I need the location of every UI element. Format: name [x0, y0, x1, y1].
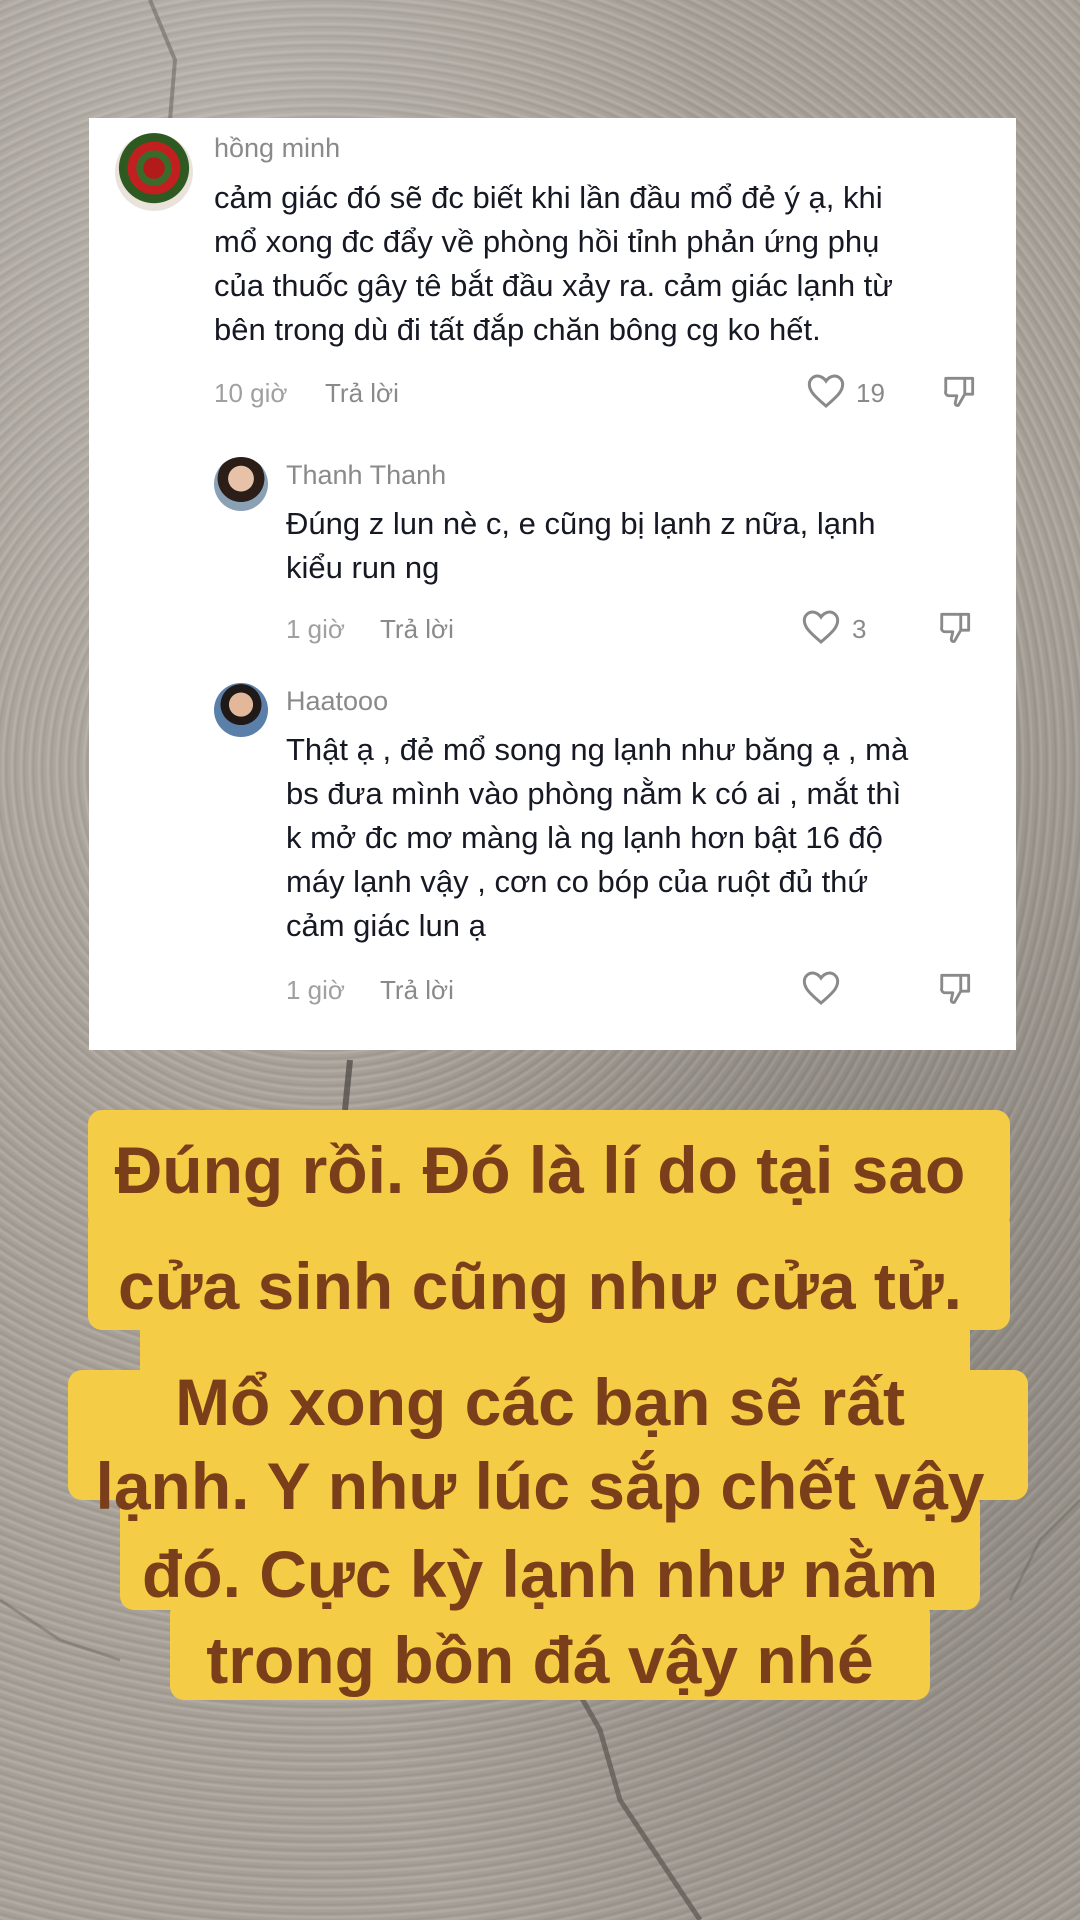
comment-line: bs đưa mình vào phòng nằm k có ai , mắt …	[286, 776, 902, 811]
comment-line: máy lạnh vậy , cơn co bóp của ruột đủ th…	[286, 864, 869, 899]
comment-line: k mở đc mơ màng là ng lạnh hơn bật 16 độ	[286, 820, 883, 855]
dislike-button[interactable]	[936, 969, 976, 1012]
like-count: 3	[852, 614, 867, 644]
comment-time: 1 giờ	[286, 614, 345, 644]
comment-line: Thật ạ , đẻ mổ song ng lạnh như băng ạ ,…	[286, 732, 909, 767]
heart-outline-icon	[807, 374, 845, 408]
comment-text: Thật ạ , đẻ mổ song ng lạnh như băng ạ ,…	[286, 728, 1006, 948]
comment-line: mổ xong đc đẩy về phòng hồi tỉnh phản ứn…	[214, 224, 880, 259]
comment-line: cảm giác đó sẽ đc biết khi lần đầu mổ đẻ…	[214, 180, 883, 215]
thumbs-down-icon	[944, 376, 975, 407]
like-button[interactable]	[801, 608, 841, 651]
heart-outline-icon	[802, 610, 840, 644]
comment-line: bên trong dù đi tất đắp chăn bông cg ko …	[214, 312, 821, 347]
comment-time: 10 giờ	[214, 378, 288, 408]
avatar[interactable]	[214, 683, 268, 737]
comment-text: Đúng z lun nè c, e cũng bị lạnh z nữa, l…	[286, 502, 1006, 590]
comment-username[interactable]: Haatooo	[286, 686, 388, 717]
caption-line: trong bồn đá vậy nhé	[206, 1623, 874, 1697]
thumbs-down-icon	[940, 973, 971, 1004]
thumbs-down-icon	[940, 612, 971, 643]
comment-line: của thuốc gây tê bắt đầu xảy ra. cảm giá…	[214, 268, 894, 303]
comment-line: Đúng z lun nè c, e cũng bị lạnh z nữa, l…	[286, 506, 876, 541]
comment-line: cảm giác lun ạ	[286, 908, 486, 943]
like-button[interactable]	[806, 372, 846, 415]
reply-button[interactable]: Trả lời	[325, 378, 399, 409]
heart-outline-icon	[802, 971, 840, 1005]
like-count: 19	[856, 378, 885, 408]
comment-line: kiểu run ng	[286, 550, 440, 585]
avatar[interactable]	[115, 133, 193, 211]
like-button[interactable]	[801, 969, 841, 1012]
comment-time: 1 giờ	[286, 975, 345, 1005]
reply-button[interactable]: Trả lời	[380, 975, 454, 1006]
avatar[interactable]	[214, 457, 268, 511]
comment-text: cảm giác đó sẽ đc biết khi lần đầu mổ đẻ…	[214, 176, 1004, 352]
dislike-button[interactable]	[936, 608, 976, 651]
comment-username[interactable]: Thanh Thanh	[286, 460, 446, 491]
caption-line: Đúng rồi. Đó là lí do tại sao	[114, 1133, 966, 1207]
comment-username[interactable]: hồng minh	[214, 133, 340, 164]
dislike-button[interactable]	[940, 372, 980, 415]
comments-card: hồng minh cảm giác đó sẽ đc biết khi lần…	[89, 118, 1016, 1050]
reply-button[interactable]: Trả lời	[380, 614, 454, 645]
caption-line: cửa sinh cũng như cửa tử.	[118, 1249, 962, 1323]
